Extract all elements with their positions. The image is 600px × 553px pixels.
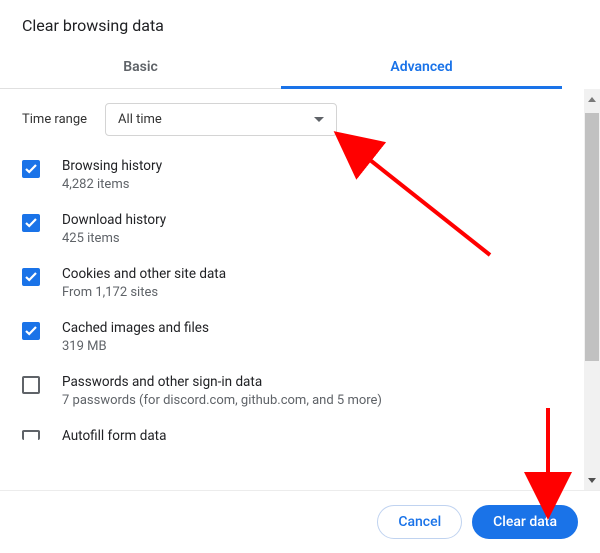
dialog-footer: Cancel Clear data — [0, 491, 600, 553]
item-sub: 425 items — [62, 231, 166, 246]
item-sub: 4,282 items — [62, 177, 162, 192]
item-title: Cookies and other site data — [62, 266, 226, 282]
time-range-row: Time range All time — [22, 103, 578, 136]
checkbox-download-history[interactable] — [22, 214, 40, 232]
time-range-label: Time range — [22, 112, 87, 127]
tabs: Basic Advanced — [0, 47, 562, 89]
tab-basic[interactable]: Basic — [0, 47, 281, 88]
checkbox-browsing-history[interactable] — [22, 160, 40, 178]
scroll-down-icon[interactable] — [584, 472, 600, 488]
scrollbar-track[interactable] — [584, 89, 600, 490]
item-title: Download history — [62, 212, 166, 228]
list-item: Download history 425 items — [22, 212, 578, 246]
clear-data-button[interactable]: Clear data — [472, 505, 578, 539]
chevron-down-icon — [314, 117, 324, 122]
item-title: Autofill form data — [62, 428, 166, 444]
item-sub: From 1,172 sites — [62, 285, 226, 300]
time-range-select[interactable]: All time — [105, 103, 337, 136]
checkbox-cookies[interactable] — [22, 268, 40, 286]
time-range-value: All time — [118, 112, 162, 127]
list-item: Passwords and other sign-in data 7 passw… — [22, 374, 578, 408]
checkbox-passwords[interactable] — [22, 376, 40, 394]
list-item: Browsing history 4,282 items — [22, 158, 578, 192]
content: Time range All time Browsing history 4,2… — [0, 89, 600, 444]
list-item: Cookies and other site data From 1,172 s… — [22, 266, 578, 300]
checkbox-cache[interactable] — [22, 322, 40, 340]
checkbox-autofill[interactable] — [22, 430, 40, 440]
clear-browsing-data-dialog: Clear browsing data Basic Advanced Time … — [0, 0, 600, 553]
list-item: Cached images and files 319 MB — [22, 320, 578, 354]
item-title: Browsing history — [62, 158, 162, 174]
scroll-area: Time range All time Browsing history 4,2… — [0, 89, 600, 491]
scroll-up-icon[interactable] — [584, 91, 600, 107]
dialog-title: Clear browsing data — [0, 0, 600, 47]
item-title: Passwords and other sign-in data — [62, 374, 382, 390]
item-sub: 319 MB — [62, 339, 209, 354]
list-item: Autofill form data — [22, 428, 578, 444]
scrollbar-thumb[interactable] — [585, 113, 599, 361]
item-sub: 7 passwords (for discord.com, github.com… — [62, 393, 382, 408]
cancel-button[interactable]: Cancel — [377, 505, 462, 539]
item-title: Cached images and files — [62, 320, 209, 336]
tab-advanced[interactable]: Advanced — [281, 47, 562, 88]
